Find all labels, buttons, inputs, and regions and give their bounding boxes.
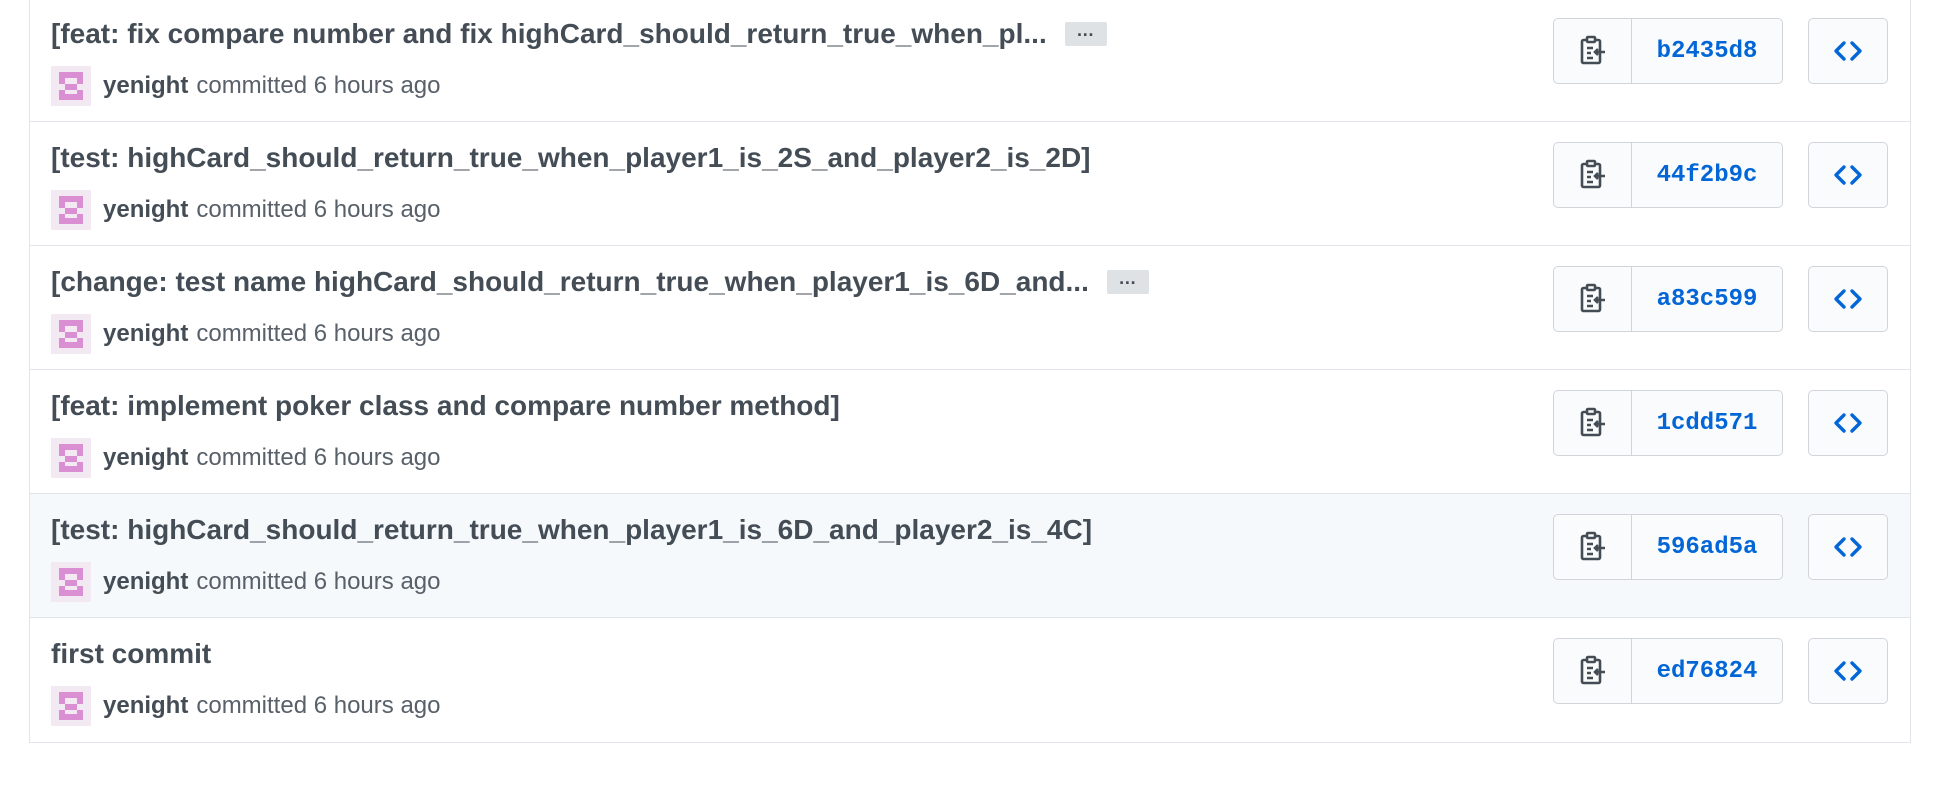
clipboard-copy-icon [1580, 655, 1605, 685]
commit-meta: yenight committed 6 hours ago [51, 438, 440, 478]
code-brackets-icon [1834, 537, 1862, 557]
commit-meta: yenight committed 6 hours ago [51, 314, 440, 354]
browse-repo-button[interactable] [1808, 18, 1888, 84]
identicon-avatar-icon [51, 686, 91, 726]
code-brackets-icon [1834, 289, 1862, 309]
author-avatar[interactable] [51, 562, 91, 602]
commit-title: [test: highCard_should_return_true_when_… [51, 514, 1092, 546]
author-name[interactable]: yenight [103, 444, 188, 472]
author-name[interactable]: yenight [103, 568, 188, 596]
commit-row: [feat: implement poker class and compare… [30, 370, 1910, 494]
clipboard-copy-icon [1580, 531, 1605, 561]
sha-button-group: b2435d8 [1553, 18, 1783, 84]
author-name[interactable]: yenight [103, 72, 188, 100]
commit-title: [test: highCard_should_return_true_when_… [51, 142, 1091, 174]
copy-sha-button[interactable] [1554, 143, 1632, 207]
commit-title: [feat: implement poker class and compare… [51, 390, 840, 422]
commit-row: first commit yenight committed 6 hours a… [30, 618, 1910, 742]
commit-action: committed [196, 692, 308, 719]
identicon-avatar-icon [51, 66, 91, 106]
commit-meta: yenight committed 6 hours ago [51, 562, 440, 602]
commit-action: committed [196, 72, 308, 99]
commit-message-link[interactable]: [test: highCard_should_return_true_when_… [51, 514, 1092, 546]
author-avatar[interactable] [51, 314, 91, 354]
commit-title: [feat: fix compare number and fix highCa… [51, 18, 1107, 50]
identicon-avatar-icon [51, 438, 91, 478]
sha-button-group: 1cdd571 [1553, 390, 1783, 456]
commit-row: [test: highCard_should_return_true_when_… [30, 494, 1910, 618]
clipboard-copy-icon [1580, 159, 1605, 189]
code-brackets-icon [1834, 413, 1862, 433]
commit-action: committed [196, 196, 308, 223]
clipboard-copy-icon [1580, 35, 1605, 65]
author-name[interactable]: yenight [103, 692, 188, 720]
code-brackets-icon [1834, 165, 1862, 185]
expand-message-button[interactable]: … [1106, 269, 1149, 294]
clipboard-copy-icon [1580, 407, 1605, 437]
expand-message-button[interactable]: … [1064, 21, 1107, 46]
copy-sha-button[interactable] [1554, 639, 1632, 703]
commit-time: 6 hours ago [313, 72, 441, 99]
commit-time: 6 hours ago [313, 568, 441, 595]
commit-time: 6 hours ago [313, 692, 441, 719]
commit-sha-link[interactable]: 596ad5a [1632, 515, 1782, 579]
commit-message-link[interactable]: [feat: fix compare number and fix highCa… [51, 18, 1047, 50]
copy-sha-button[interactable] [1554, 515, 1632, 579]
author-avatar[interactable] [51, 438, 91, 478]
commit-title: first commit [51, 638, 211, 670]
commit-meta: yenight committed 6 hours ago [51, 686, 440, 726]
commit-time: 6 hours ago [313, 320, 441, 347]
commit-time: 6 hours ago [313, 444, 441, 471]
sha-button-group: a83c599 [1553, 266, 1783, 332]
commit-row: [feat: fix compare number and fix highCa… [30, 0, 1910, 122]
clipboard-copy-icon [1580, 283, 1605, 313]
author-avatar[interactable] [51, 190, 91, 230]
author-name[interactable]: yenight [103, 196, 188, 224]
author-avatar[interactable] [51, 66, 91, 106]
browse-repo-button[interactable] [1808, 638, 1888, 704]
commit-row: [test: highCard_should_return_true_when_… [30, 122, 1910, 246]
browse-repo-button[interactable] [1808, 142, 1888, 208]
commit-time: 6 hours ago [313, 196, 441, 223]
commit-meta: yenight committed 6 hours ago [51, 66, 440, 106]
commit-message-link[interactable]: [feat: implement poker class and compare… [51, 390, 840, 422]
commit-sha-link[interactable]: 1cdd571 [1632, 391, 1782, 455]
commit-title: [change: test name highCard_should_retur… [51, 266, 1149, 298]
copy-sha-button[interactable] [1554, 267, 1632, 331]
commit-sha-link[interactable]: b2435d8 [1632, 19, 1782, 83]
commit-action: committed [196, 320, 308, 347]
commit-meta: yenight committed 6 hours ago [51, 190, 440, 230]
code-brackets-icon [1834, 661, 1862, 681]
author-avatar[interactable] [51, 686, 91, 726]
commit-action: committed [196, 568, 308, 595]
commit-sha-link[interactable]: ed76824 [1632, 639, 1782, 703]
sha-button-group: ed76824 [1553, 638, 1783, 704]
sha-button-group: 596ad5a [1553, 514, 1783, 580]
commit-message-link[interactable]: [change: test name highCard_should_retur… [51, 266, 1089, 298]
author-name[interactable]: yenight [103, 320, 188, 348]
commit-action: committed [196, 444, 308, 471]
identicon-avatar-icon [51, 314, 91, 354]
commit-message-link[interactable]: first commit [51, 638, 211, 670]
sha-button-group: 44f2b9c [1553, 142, 1783, 208]
identicon-avatar-icon [51, 562, 91, 602]
commit-message-link[interactable]: [test: highCard_should_return_true_when_… [51, 142, 1091, 174]
commit-row: [change: test name highCard_should_retur… [30, 246, 1910, 370]
code-brackets-icon [1834, 41, 1862, 61]
browse-repo-button[interactable] [1808, 390, 1888, 456]
commit-sha-link[interactable]: 44f2b9c [1632, 143, 1782, 207]
identicon-avatar-icon [51, 190, 91, 230]
commit-list: [feat: fix compare number and fix highCa… [29, 0, 1911, 743]
copy-sha-button[interactable] [1554, 19, 1632, 83]
browse-repo-button[interactable] [1808, 266, 1888, 332]
browse-repo-button[interactable] [1808, 514, 1888, 580]
commit-sha-link[interactable]: a83c599 [1632, 267, 1782, 331]
copy-sha-button[interactable] [1554, 391, 1632, 455]
